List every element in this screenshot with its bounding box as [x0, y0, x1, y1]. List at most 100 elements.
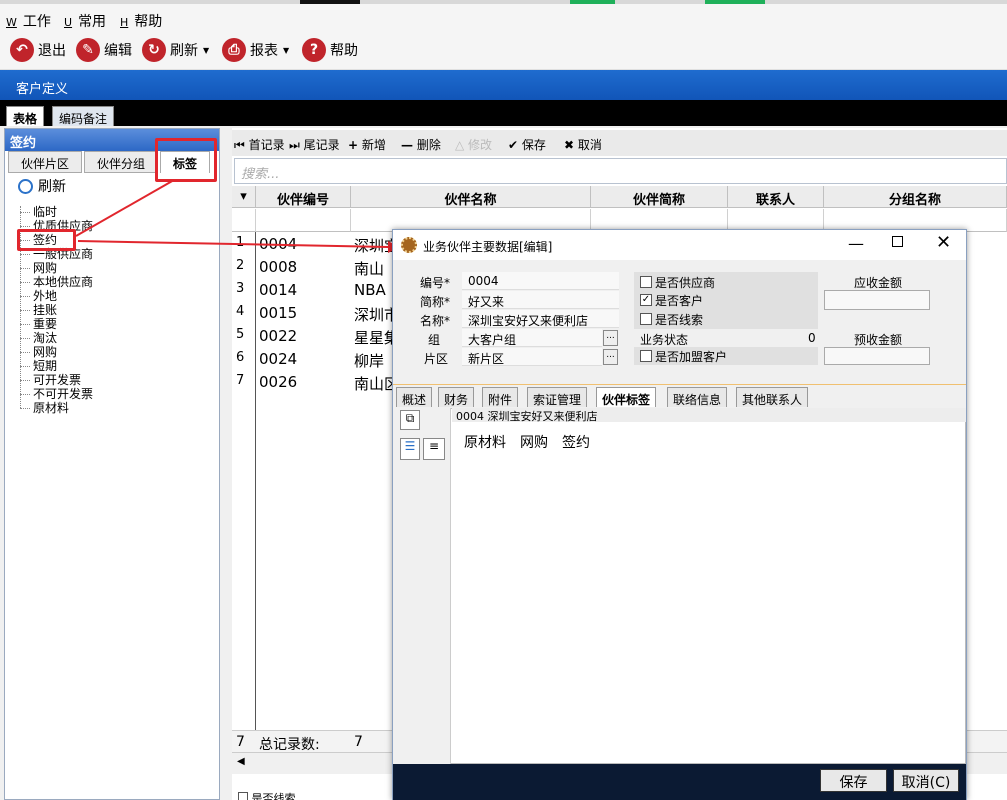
field-region-input[interactable]: 新片区 [462, 348, 602, 366]
menu-work[interactable]: W 工作 [6, 11, 51, 31]
tree-item[interactable]: 本地供应商 [18, 275, 198, 289]
partner-code-cell: 0015 [259, 304, 298, 322]
tab-code-notes[interactable]: 编码备注 [52, 106, 115, 126]
menu-bar: W 工作 U 常用 H 帮助 [0, 4, 1007, 32]
field-group-label: 组 [428, 333, 441, 347]
copy-icon[interactable]: ⧉ [400, 410, 420, 430]
lead-filter[interactable]: 是否线索 [238, 790, 388, 800]
tag-panel [396, 408, 966, 764]
refresh-button[interactable]: ↻ 刷新 ▼ [142, 37, 209, 63]
field-short-label: 简称* [420, 295, 451, 309]
tag-list: 原材料 网购 签约 [464, 432, 604, 452]
tree-item[interactable]: 网购 [18, 345, 198, 359]
tab-finance[interactable]: 财务 [438, 387, 475, 407]
field-group-input[interactable]: 大客户组 [462, 329, 602, 347]
region-picker-button[interactable]: ... [603, 349, 618, 365]
save-button[interactable]: ✔ 保存 [508, 136, 546, 153]
customer-checkbox[interactable]: ✓ [640, 294, 652, 306]
tree-item[interactable]: 淘汰 [18, 331, 198, 345]
tag-item[interactable]: 原材料 [464, 435, 506, 451]
tab-contact-info[interactable]: 联络信息 [667, 387, 728, 407]
field-name-input[interactable]: 深圳宝安好又来便利店 [462, 310, 619, 328]
edit-icon: ✎ [76, 38, 100, 62]
tree-item[interactable]: 重要 [18, 317, 198, 331]
dialog-save-button[interactable]: 保存 [820, 769, 887, 792]
first-record-button[interactable]: ⏮ 首记录 [234, 136, 285, 153]
modify-button[interactable]: △ 修改 [455, 136, 492, 153]
partner-code-cell: 0008 [259, 258, 298, 276]
supplier-label: 是否供应商 [655, 276, 716, 290]
row-number: 2 [236, 258, 245, 273]
help-button[interactable]: ? 帮助 [302, 37, 358, 63]
printer-icon: ⎙ [222, 38, 246, 62]
field-name-label: 名称* [420, 314, 451, 328]
tree-item[interactable]: 可开发票 [18, 373, 198, 387]
delete-button[interactable]: — 删除 [401, 136, 441, 153]
menu-common[interactable]: U 常用 [64, 11, 106, 31]
field-region-label: 片区 [424, 352, 449, 366]
refresh-icon: ↻ [142, 38, 166, 62]
tab-overview[interactable]: 概述 [396, 387, 433, 407]
main-toolbar: ↶ 退出 ✎ 编辑 ↻ 刷新 ▼ ⎙ 报表 ▼ ? 帮助 [0, 32, 1007, 70]
maximize-icon[interactable] [892, 236, 903, 247]
field-short-input[interactable]: 好又来 [462, 291, 619, 309]
partner-name-cell: NBA [354, 281, 386, 299]
lead-checkbox[interactable] [238, 792, 248, 800]
row-number: 4 [236, 304, 245, 319]
lead-label: 是否线索 [655, 313, 704, 327]
franchise-label: 是否加盟客户 [655, 350, 728, 364]
dialog-cancel-button[interactable]: 取消(C) [893, 769, 959, 792]
scroll-left-icon: ◀ [237, 756, 245, 767]
tag-item[interactable]: 网购 [520, 435, 548, 451]
partner-code-cell: 0014 [259, 281, 298, 299]
column-contact[interactable]: 联系人 [728, 186, 824, 208]
tree-item[interactable]: 短期 [18, 359, 198, 373]
tree-item[interactable]: 网购 [18, 261, 198, 275]
dialog-title: 业务伙伴主要数据[编辑] [423, 240, 553, 254]
tag-item[interactable]: 签约 [562, 435, 590, 451]
tab-table[interactable]: 表格 [6, 106, 45, 126]
tree-item[interactable]: 挂账 [18, 303, 198, 317]
prepaid-label: 预收金额 [854, 333, 903, 347]
column-group-name[interactable]: 分组名称 [824, 186, 1007, 208]
cancel-button[interactable]: ✖ 取消 [564, 136, 602, 153]
field-code-label: 编号* [420, 276, 451, 290]
row-number: 7 [236, 373, 245, 388]
prepaid-field[interactable] [824, 347, 930, 365]
franchise-checkbox[interactable] [640, 350, 652, 362]
dialog-title-bar: 业务伙伴主要数据[编辑] — ✕ [393, 230, 966, 260]
tab-partner-tags[interactable]: 伙伴标签 [596, 387, 657, 407]
grid-divider [255, 232, 256, 730]
annotation-box-sign-item [17, 229, 76, 251]
add-button[interactable]: + 新增 [348, 136, 386, 153]
customer-label: 是否客户 [655, 294, 704, 308]
tab-certificates[interactable]: 索证管理 [527, 387, 588, 407]
tab-attachments[interactable]: 附件 [482, 387, 519, 407]
lead-checkbox[interactable] [640, 313, 652, 325]
field-code-input[interactable]: 0004 [462, 272, 619, 290]
list-view-icon[interactable]: ≡ [423, 438, 445, 460]
tree-item[interactable]: 外地 [18, 289, 198, 303]
minimize-icon[interactable]: — [848, 234, 864, 253]
tree-item[interactable]: 不可开发票 [18, 387, 198, 401]
row-number: 5 [236, 327, 245, 342]
help-icon: ? [302, 38, 326, 62]
report-button[interactable]: ⎙ 报表 ▼ [222, 37, 289, 63]
tab-other-contacts[interactable]: 其他联系人 [736, 387, 809, 407]
edit-button[interactable]: ✎ 编辑 [76, 37, 132, 63]
tag-header: 0004 深圳宝安好又来便利店 [452, 408, 966, 423]
business-status-value: 0 [808, 331, 816, 345]
close-icon[interactable]: ✕ [936, 232, 951, 253]
supplier-checkbox[interactable] [640, 276, 652, 288]
exit-button[interactable]: ↶ 退出 [10, 37, 66, 63]
left-refresh-button[interactable]: 刷新 [18, 176, 66, 196]
tree-view-icon[interactable]: ☰ [400, 438, 420, 460]
menu-help[interactable]: H 帮助 [120, 11, 162, 31]
receivable-field[interactable] [824, 290, 930, 310]
group-picker-button[interactable]: ... [603, 330, 618, 346]
column-partner-short[interactable]: 伙伴简称 [591, 186, 728, 208]
tree-item[interactable]: 原材料 [18, 401, 198, 415]
main-tab-bar [0, 100, 1007, 126]
last-record-button[interactable]: ⏭ 尾记录 [289, 136, 340, 153]
partner-code-cell: 0022 [259, 327, 298, 345]
